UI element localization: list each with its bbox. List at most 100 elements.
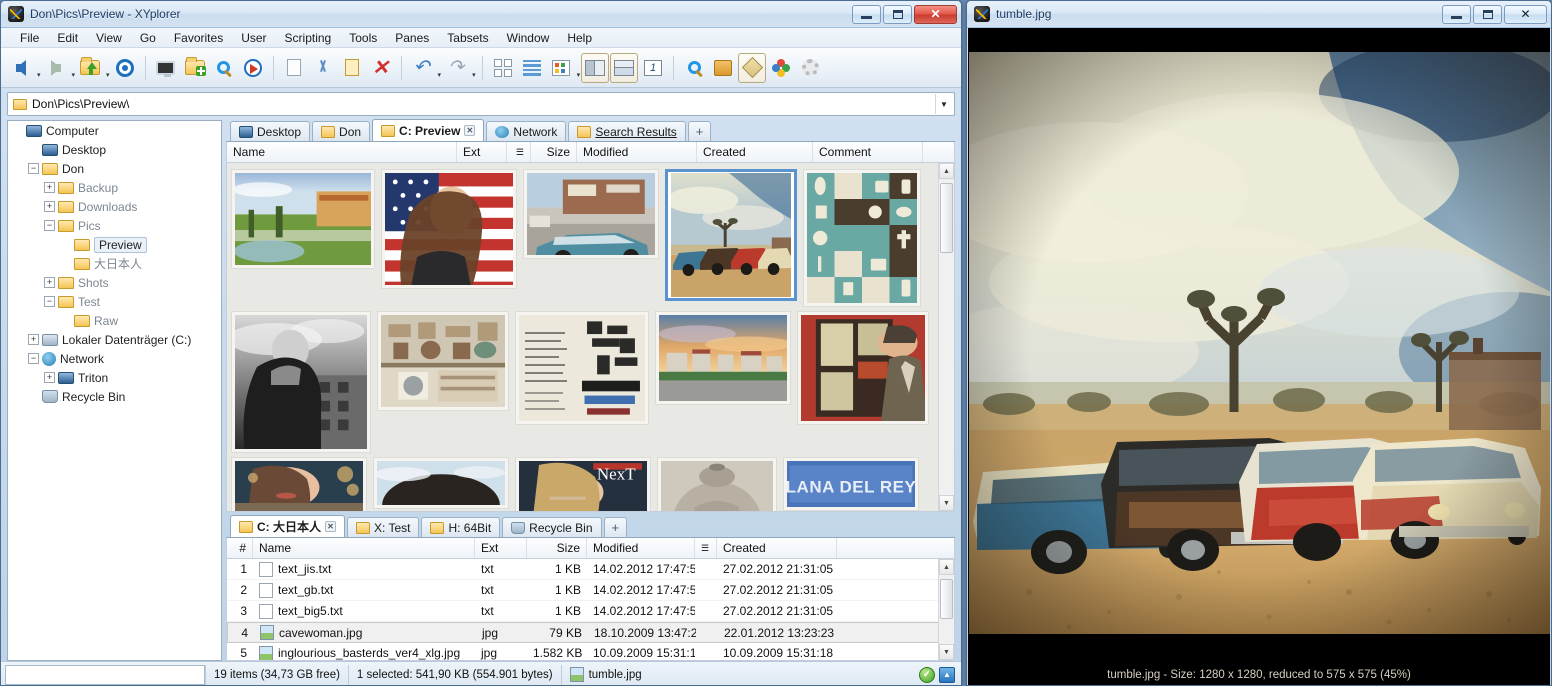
- preview-image-area[interactable]: tumble.jpg - Size: 1280 x 1280, reduced …: [968, 28, 1550, 685]
- tree-item-recycle-bin[interactable]: Recycle Bin: [8, 387, 221, 406]
- th-sort-icon[interactable]: ☰: [507, 142, 531, 162]
- tab-top-network[interactable]: Network: [486, 121, 567, 141]
- details-view-button[interactable]: [547, 53, 575, 83]
- thumb-sunset-city[interactable]: [655, 311, 791, 405]
- expand-icon[interactable]: +: [44, 201, 55, 212]
- details-dropdown-arrow[interactable]: ▾: [577, 71, 581, 79]
- tree-item-desktop[interactable]: Desktop: [8, 140, 221, 159]
- minimize-button[interactable]: [1442, 4, 1471, 24]
- bh-#[interactable]: #: [227, 538, 253, 558]
- th-created[interactable]: Created: [697, 142, 813, 162]
- file-row[interactable]: 2 text_gb.txt txt 1 KB 14.02.2012 17:47:55 27…: [227, 580, 954, 601]
- bh-ext[interactable]: Ext: [475, 538, 527, 558]
- forward-dropdown-arrow[interactable]: ▾: [72, 71, 76, 79]
- menu-item-help[interactable]: Help: [558, 29, 601, 47]
- go-button[interactable]: [239, 53, 267, 83]
- address-input[interactable]: Don\Pics\Preview\: [32, 97, 935, 111]
- thumb-next-cover[interactable]: NexT: [515, 457, 651, 511]
- bh-modified[interactable]: Modified: [587, 538, 695, 558]
- bh-name[interactable]: Name: [253, 538, 475, 558]
- bh-created[interactable]: Created: [717, 538, 837, 558]
- menu-item-tabsets[interactable]: Tabsets: [438, 29, 497, 47]
- scroll-down-arrow[interactable]: ▼: [939, 495, 954, 511]
- collapse-icon[interactable]: −: [44, 220, 55, 231]
- menu-item-window[interactable]: Window: [498, 29, 559, 47]
- menu-item-file[interactable]: File: [11, 29, 48, 47]
- tree-item-backup[interactable]: + Backup: [8, 178, 221, 197]
- collapse-icon[interactable]: −: [28, 353, 39, 364]
- up-folder-button[interactable]: [76, 53, 104, 83]
- close-button[interactable]: ✕: [1504, 4, 1547, 24]
- thumb-icon-grid[interactable]: [803, 169, 921, 307]
- thumb-man-redroom[interactable]: [797, 311, 929, 425]
- paste-button[interactable]: [338, 53, 366, 83]
- top-column-header[interactable]: Name Ext ☰ Size Modified Created Comment: [226, 142, 955, 163]
- thumb-statue[interactable]: [657, 457, 777, 511]
- address-bar[interactable]: Don\Pics\Preview\ ▼: [7, 92, 955, 116]
- tree-item-preview[interactable]: Preview: [8, 235, 221, 254]
- th-ext[interactable]: Ext: [457, 142, 507, 162]
- expand-icon[interactable]: +: [44, 372, 55, 383]
- file-list[interactable]: 1 text_jis.txt txt 1 KB 14.02.2012 17:47:55 2…: [226, 559, 955, 661]
- cut-button[interactable]: [309, 53, 337, 83]
- expand-icon[interactable]: +: [44, 277, 55, 288]
- thumb-lana-del-rey-text[interactable]: LANA DEL REY: [783, 457, 919, 511]
- scroll-up-arrow[interactable]: ▲: [939, 163, 954, 179]
- thumb-hair-sky[interactable]: [373, 457, 509, 509]
- th-comment[interactable]: Comment: [813, 142, 923, 162]
- menu-item-edit[interactable]: Edit: [48, 29, 87, 47]
- dual-pane-button[interactable]: [581, 52, 610, 83]
- tree-item-don[interactable]: − Don: [8, 159, 221, 178]
- menu-item-view[interactable]: View: [87, 29, 131, 47]
- bh-size[interactable]: Size: [527, 538, 587, 558]
- collapse-icon[interactable]: −: [28, 163, 39, 174]
- tree-item-shots[interactable]: + Shots: [8, 273, 221, 292]
- maximize-button[interactable]: [883, 4, 912, 24]
- tab-bottom-add-button[interactable]: +: [603, 517, 628, 537]
- tab-bottom-x-test[interactable]: X: Test: [347, 517, 420, 537]
- menu-item-user[interactable]: User: [232, 29, 275, 47]
- thumb-lana-flag[interactable]: [381, 169, 517, 289]
- thumb-lake-village[interactable]: [231, 169, 375, 269]
- find-files-button[interactable]: [210, 53, 238, 83]
- menu-item-tools[interactable]: Tools: [340, 29, 386, 47]
- thumb-desert-cars[interactable]: [665, 169, 797, 301]
- thumb-lana-painting[interactable]: [231, 457, 367, 511]
- thumbnail-scrollbar[interactable]: ▲ ▼: [938, 163, 954, 511]
- expand-icon[interactable]: +: [44, 182, 55, 193]
- tree-item-downloads[interactable]: + Downloads: [8, 197, 221, 216]
- tab-bottom-h-64bit[interactable]: H: 64Bit: [421, 517, 501, 537]
- scroll-up-arrow[interactable]: ▲: [939, 559, 954, 575]
- package-button[interactable]: [709, 53, 737, 83]
- preview-button[interactable]: [738, 52, 767, 83]
- back-dropdown-arrow[interactable]: ▾: [37, 71, 41, 79]
- maximize-button[interactable]: [1473, 4, 1502, 24]
- tab-top-don[interactable]: Don: [312, 121, 371, 141]
- thumb-bw-man[interactable]: [231, 311, 371, 453]
- redo-dropdown-arrow[interactable]: ▾: [472, 71, 476, 79]
- th-size[interactable]: Size: [531, 142, 577, 162]
- tree-item-lokaler-datentr-ger-c[interactable]: + Lokaler Datenträger (C:): [8, 330, 221, 349]
- go-to-target-button[interactable]: [111, 53, 139, 83]
- thumb-blue-car[interactable]: [523, 169, 659, 259]
- menu-item-go[interactable]: Go: [131, 29, 165, 47]
- tree-item-computer[interactable]: Computer: [8, 121, 221, 140]
- file-row[interactable]: 3 text_big5.txt txt 1 KB 14.02.2012 17:47:55…: [227, 601, 954, 622]
- thumb-kitchen[interactable]: [377, 311, 509, 411]
- tab-top-search-results[interactable]: Search Results: [568, 121, 686, 141]
- scroll-thumb[interactable]: [940, 183, 953, 253]
- file-row[interactable]: 1 text_jis.txt txt 1 KB 14.02.2012 17:47:55 2…: [227, 559, 954, 580]
- tree-item-network[interactable]: − Network: [8, 349, 221, 368]
- undo-dropdown-arrow[interactable]: ▾: [438, 71, 442, 79]
- redo-button[interactable]: ↷: [442, 53, 470, 83]
- menu-item-scripting[interactable]: Scripting: [276, 29, 341, 47]
- tab-top-add-button[interactable]: +: [687, 121, 712, 141]
- th-modified[interactable]: Modified: [577, 142, 697, 162]
- configure-button[interactable]: [796, 53, 824, 83]
- bottom-column-header[interactable]: # Name Ext Size Modified ☰ Created: [226, 538, 955, 559]
- colors-button[interactable]: [767, 53, 795, 83]
- folder-tree-pane[interactable]: Computer Desktop − Don + Backup + Downloads − Pic…: [7, 120, 222, 661]
- horizontal-split-button[interactable]: [610, 52, 639, 83]
- address-dropdown-button[interactable]: ▼: [935, 94, 952, 114]
- minimize-button[interactable]: [852, 4, 881, 24]
